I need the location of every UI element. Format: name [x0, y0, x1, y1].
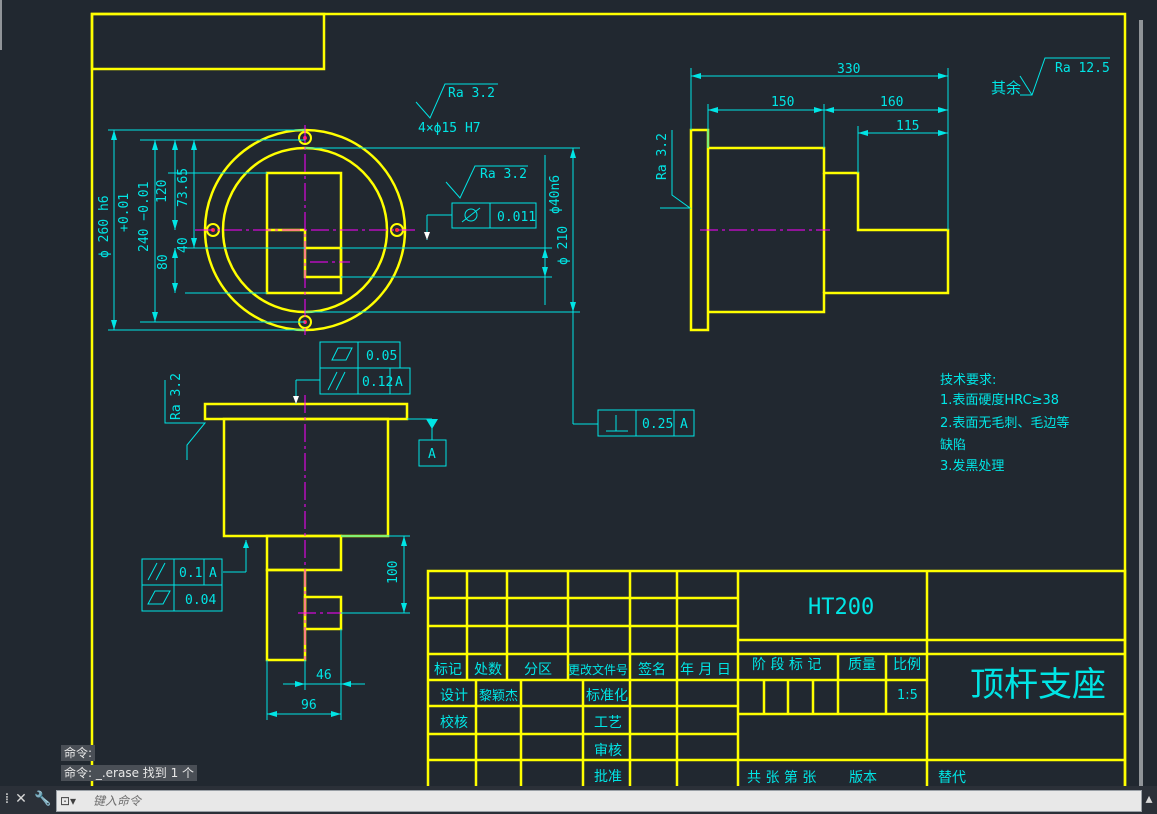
tol-par2-ref: A	[209, 566, 217, 581]
drawing-canvas[interactable]: ϕ 260 h6 +0.01 240 −0.01 120 73.65 40 80…	[0, 0, 1157, 814]
command-input-box[interactable]: ⊡▾	[56, 790, 1142, 812]
dim-96: 96	[301, 698, 317, 713]
notes-title: 技术要求:	[940, 373, 996, 388]
command-history-line: 命令: _.erase 找到 1 个	[61, 765, 198, 781]
hdr-date: 年 月 日	[680, 662, 731, 678]
process-label: 工艺	[594, 715, 622, 731]
ra-mid: Ra 3.2	[480, 167, 527, 182]
approve-label: 批准	[594, 769, 622, 785]
ra-side-right: Ra 3.2	[655, 133, 670, 180]
material: HT200	[808, 595, 874, 620]
notes-line3: 缺陷	[940, 438, 966, 453]
dim-80: 80	[156, 254, 171, 270]
scroll-arrow-icon[interactable]: ▴	[1143, 790, 1155, 808]
tol-par-ref: A	[395, 375, 403, 390]
side-dimensions	[660, 57, 1110, 230]
ra-side-left: Ra 3.2	[169, 373, 184, 420]
technical-notes: 技术要求: 1.表面硬度HRC≥38 2.表面无毛刺、毛边等 缺陷 3.发黑处理	[940, 373, 1069, 474]
tol-flat2: 0.04	[185, 593, 216, 608]
command-history-line: 命令:	[61, 745, 96, 761]
tol-par2: 0.1	[179, 566, 202, 581]
command-bar: ⁞ ✕ 🔧 ⊡▾ ▴	[0, 786, 1157, 814]
dim-330: 330	[837, 62, 860, 77]
hdr-zone: 分区	[524, 662, 552, 678]
notes-line1: 1.表面硬度HRC≥38	[940, 392, 1059, 408]
front-view	[195, 125, 415, 335]
ra-other-label: 其余	[991, 79, 1021, 97]
command-input[interactable]	[93, 791, 1133, 811]
hdr-sign: 签名	[638, 661, 666, 678]
tol-perp-ref: A	[680, 417, 688, 432]
dim-160: 160	[880, 95, 903, 110]
dim-120: 120	[155, 180, 170, 203]
dim-100: 100	[386, 561, 401, 584]
scale-value: 1:5	[897, 688, 918, 703]
hdr-count: 处数	[474, 662, 502, 678]
mass-label: 质量	[848, 657, 876, 673]
holes-note: 4×ϕ15 H7	[418, 121, 481, 136]
standardize-label: 标准化	[586, 688, 628, 704]
notes-line4: 3.发黑处理	[940, 458, 1004, 474]
designer-name: 黎颖杰	[479, 689, 518, 704]
elevation-view	[203, 402, 409, 662]
notes-line2: 2.表面无毛刺、毛边等	[940, 415, 1069, 431]
datum-a: A	[428, 447, 436, 462]
tol-perp-025: 0.25	[642, 417, 673, 432]
dim-150: 150	[771, 95, 794, 110]
dim-40: 40	[176, 237, 191, 253]
bore-rect	[303, 230, 343, 279]
dim-40n6: ϕ40n6	[548, 175, 563, 214]
hdr-doc: 更改文件号	[568, 662, 628, 677]
replace-label: 替代	[938, 770, 966, 786]
tol-flat-top: 0.011	[497, 210, 536, 225]
hdr-mark: 标记	[434, 662, 462, 678]
customize-wrench-icon[interactable]: 🔧	[34, 790, 52, 808]
tol-flat-005: 0.05	[366, 349, 397, 364]
dim-210: ϕ 210	[556, 226, 571, 265]
dim-115: 115	[896, 119, 919, 134]
elevation-dimensions	[164, 379, 433, 720]
stage-mark-label: 阶 段 标 记	[752, 657, 821, 673]
grip-icon[interactable]: ⁞	[2, 790, 12, 808]
sheets-label: 共 张 第 张	[747, 769, 816, 786]
close-icon[interactable]: ✕	[12, 790, 30, 808]
dim-260: ϕ 260 h6	[97, 195, 112, 258]
ra-other: Ra 12.5	[1055, 61, 1110, 76]
check-label: 校核	[440, 714, 468, 731]
dim-tol-plus: +0.01	[117, 193, 132, 232]
scale-label: 比例	[893, 657, 921, 673]
dim-240: 240 −0.01	[137, 182, 152, 252]
dim-46: 46	[316, 668, 332, 683]
command-prompt-icon[interactable]: ⊡▾	[60, 792, 88, 810]
design-label: 设计	[440, 688, 468, 704]
review-label: 审核	[594, 743, 622, 759]
tol-par-012: 0.12	[362, 375, 393, 390]
ra-top: Ra 3.2	[448, 86, 495, 101]
part-name: 顶杆支座	[970, 665, 1106, 705]
version-label: 版本	[849, 770, 877, 786]
dim-7365: 73.65	[176, 168, 191, 207]
